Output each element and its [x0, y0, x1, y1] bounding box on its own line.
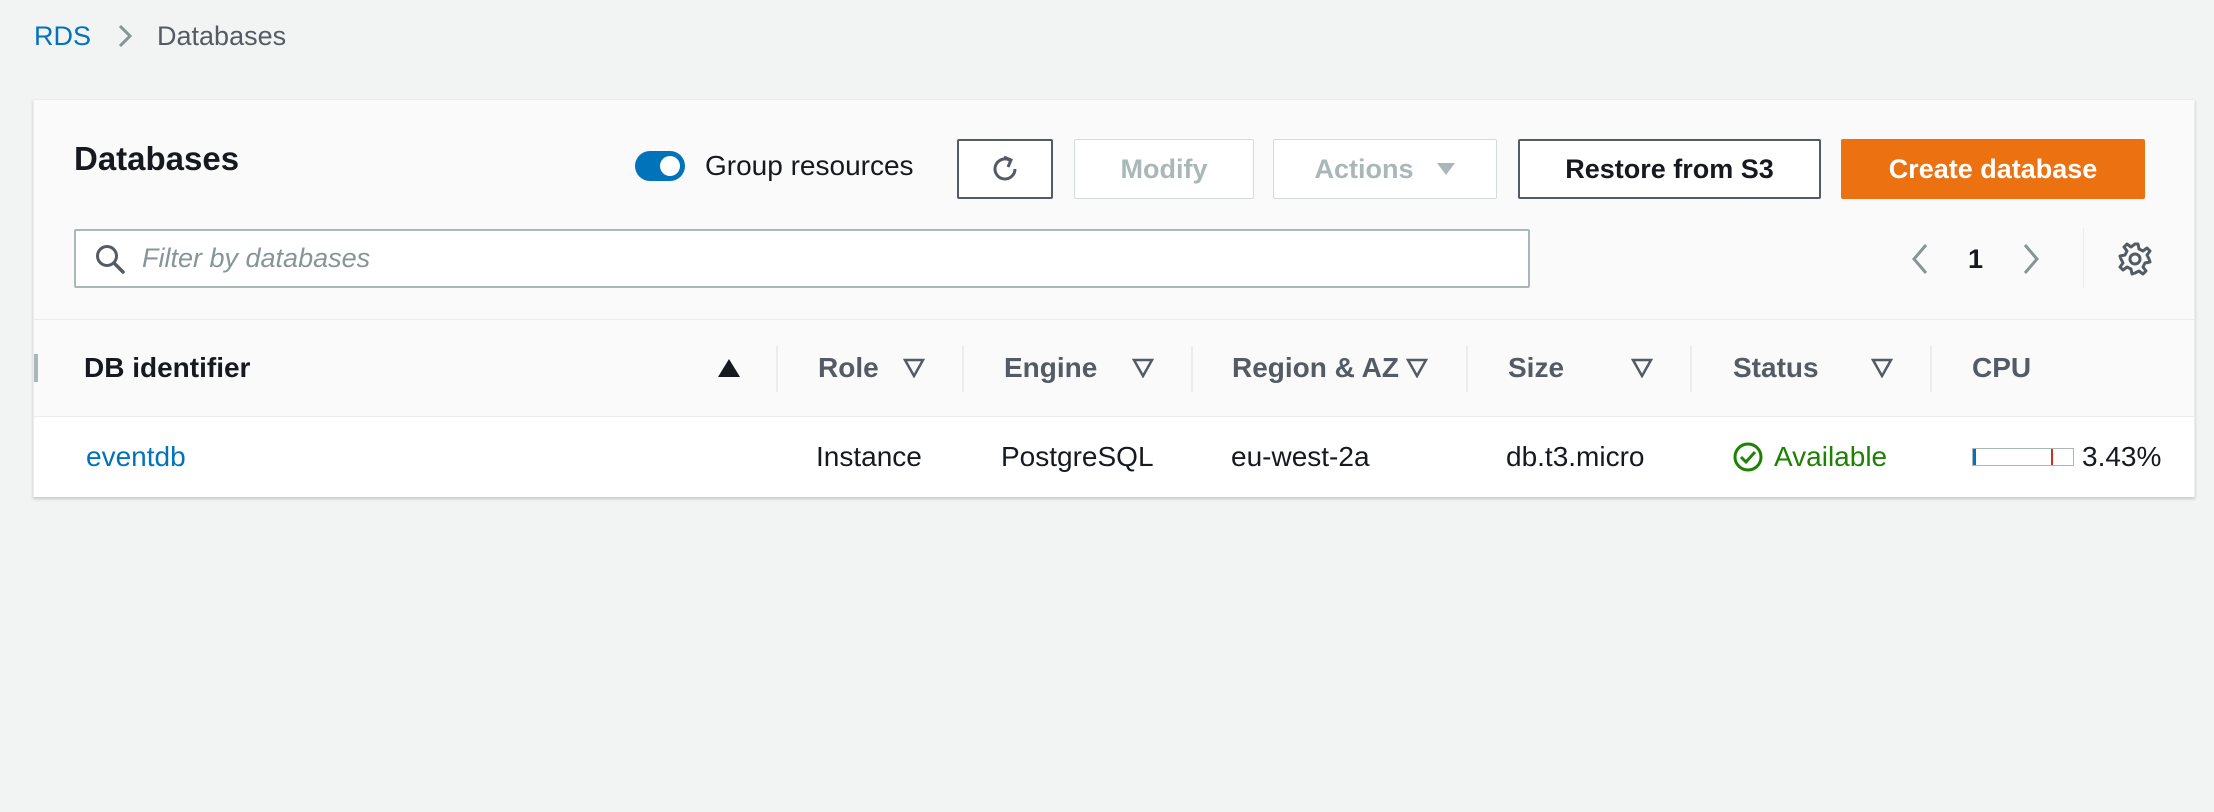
resize-handle[interactable]	[34, 354, 38, 382]
region-cell: eu-west-2a	[1231, 441, 1370, 472]
column-header-role[interactable]: Role	[818, 320, 879, 416]
column-label: Status	[1733, 352, 1819, 383]
column-label: Region & AZ	[1232, 352, 1399, 383]
column-separator	[776, 346, 778, 392]
column-label: DB identifier	[84, 352, 251, 383]
breadcrumb-current: Databases	[157, 20, 287, 51]
column-separator	[1191, 346, 1193, 392]
column-label: Role	[818, 352, 879, 383]
column-label: CPU	[1972, 352, 2032, 383]
column-separator	[1930, 346, 1932, 392]
cpu-cell: 3.43%	[1972, 417, 2161, 497]
column-separator	[962, 346, 964, 392]
status-cell: Available	[1732, 417, 1887, 497]
column-header-status[interactable]: Status	[1733, 320, 1819, 416]
restore-from-s3-button[interactable]: Restore from S3	[1518, 139, 1821, 199]
search-input[interactable]	[140, 242, 1504, 275]
group-resources-label: Group resources	[705, 150, 914, 181]
db-identifier-link[interactable]: eventdb	[86, 417, 186, 497]
breadcrumb: RDS Databases	[34, 18, 286, 54]
column-label: Engine	[1004, 352, 1098, 383]
column-header-size[interactable]: Size	[1508, 320, 1564, 416]
sort-icon[interactable]	[1631, 358, 1653, 378]
table-row: eventdb Instance PostgreSQL eu-west-2a d…	[34, 417, 2194, 497]
role-cell: Instance	[816, 441, 922, 472]
search-icon	[94, 243, 126, 275]
column-header-cpu[interactable]: CPU	[1972, 320, 2031, 416]
actions-label: Actions	[1314, 153, 1414, 184]
group-resources-toggle[interactable]	[635, 151, 685, 181]
sort-icon[interactable]	[1871, 358, 1893, 378]
engine-cell: PostgreSQL	[1001, 441, 1154, 472]
size-cell: db.t3.micro	[1506, 441, 1645, 472]
databases-panel: Databases Group resources Modify Actions…	[33, 99, 2195, 497]
pagination: 1	[1910, 230, 2041, 288]
column-header-engine[interactable]: Engine	[1004, 320, 1097, 416]
page-title: Databases	[74, 140, 240, 177]
status-text: Available	[1774, 441, 1888, 472]
chevron-left-icon[interactable]	[1910, 241, 1930, 277]
group-resources-toggle-wrap: Group resources	[635, 150, 914, 182]
refresh-icon	[988, 152, 1022, 186]
check-circle-icon	[1732, 441, 1764, 473]
pager-divider	[2083, 228, 2084, 288]
actions-button[interactable]: Actions	[1273, 139, 1497, 199]
gear-icon[interactable]	[2117, 241, 2153, 277]
column-label: Size	[1508, 352, 1565, 383]
cpu-threshold-marker	[2051, 449, 2053, 465]
column-separator	[1466, 346, 1468, 392]
pagination-current-page[interactable]: 1	[1968, 244, 1983, 275]
create-database-button[interactable]: Create database	[1841, 139, 2145, 199]
search-box	[74, 229, 1530, 288]
refresh-button[interactable]	[957, 139, 1053, 199]
cpu-progress-bar	[1972, 448, 2074, 466]
breadcrumb-link-rds[interactable]: RDS	[34, 21, 91, 52]
caret-down-icon	[1436, 162, 1456, 176]
toggle-knob	[660, 156, 680, 176]
chevron-right-icon	[117, 23, 133, 49]
sort-ascending-icon[interactable]	[717, 358, 741, 378]
column-header-region[interactable]: Region & AZ	[1232, 320, 1399, 416]
chevron-right-icon[interactable]	[2021, 241, 2041, 277]
sort-icon[interactable]	[1132, 358, 1154, 378]
cpu-progress-fill	[1973, 449, 1977, 465]
sort-icon[interactable]	[903, 358, 925, 378]
cpu-value: 3.43%	[2082, 441, 2162, 472]
table-header: DB identifier Role Engine Region & AZ Si…	[34, 319, 2194, 417]
sort-icon[interactable]	[1406, 358, 1428, 378]
column-header-db-identifier[interactable]: DB identifier	[84, 320, 250, 416]
column-separator	[1690, 346, 1692, 392]
modify-button[interactable]: Modify	[1074, 139, 1254, 199]
